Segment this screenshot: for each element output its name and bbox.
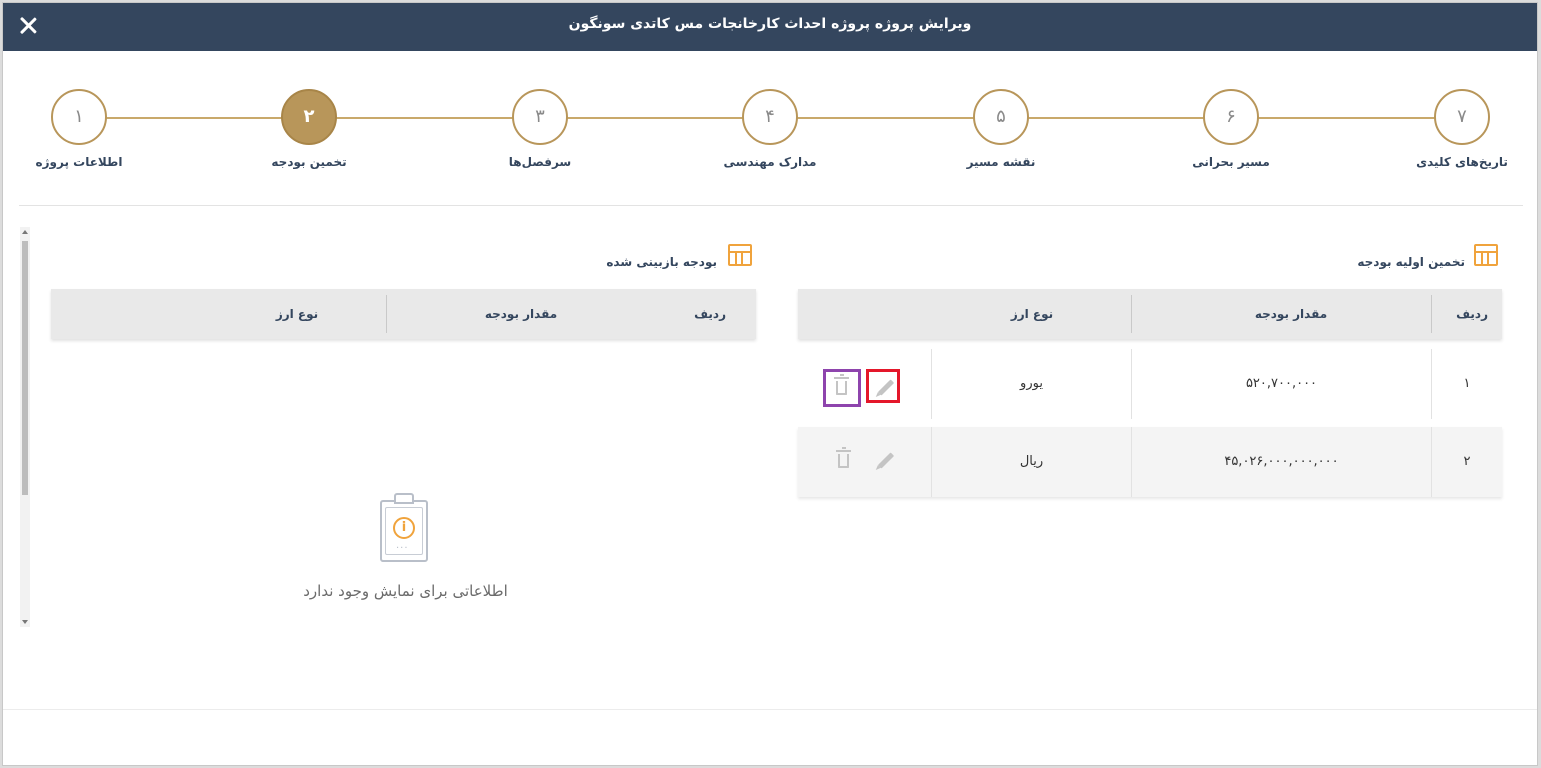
step-5-number: ۵ — [973, 89, 1029, 145]
step-4-label: مدارک مهندسی — [723, 155, 817, 169]
cell-separator — [1131, 427, 1132, 497]
table-icon — [728, 244, 752, 266]
step-1[interactable]: ۱ اطلاعات پروژه — [3, 89, 159, 169]
scroll-up-icon[interactable] — [22, 230, 28, 234]
step-7[interactable]: ۷ تاریخ‌های کلیدی — [1382, 89, 1537, 169]
revised-budget-table: ردیف مقدار بودجه نوع ارز — [51, 289, 756, 625]
edit-project-modal: ویرایش پروژه پروژه احداث کارخانجات مس کا… — [2, 2, 1538, 766]
col-row: ردیف — [1456, 307, 1488, 321]
initial-budget-title: تخمین اولیه بودجه — [1357, 255, 1465, 269]
column-separator — [386, 295, 387, 333]
edit-button[interactable] — [866, 369, 900, 403]
cell-row: ۱ — [1463, 376, 1471, 391]
cell-currency: یورو — [1020, 376, 1043, 391]
stepper-divider — [19, 205, 1523, 206]
col-row: ردیف — [694, 307, 726, 321]
content-scrollbar[interactable] — [20, 227, 30, 627]
table-row: ۲ ۴۵,۰۲۶,۰۰۰,۰۰۰,۰۰۰ ریال — [798, 427, 1502, 497]
col-currency: نوع ارز — [1010, 307, 1054, 321]
col-amount: مقدار بودجه — [1254, 307, 1328, 321]
scroll-down-icon[interactable] — [22, 620, 28, 624]
cell-separator — [931, 427, 932, 497]
step-6[interactable]: ۶ مسیر بحرانی — [1151, 89, 1311, 169]
pencil-icon — [877, 452, 895, 469]
empty-state-message: اطلاعاتی برای نمایش وجود ندارد — [303, 582, 508, 600]
cell-separator — [1131, 349, 1132, 419]
step-1-label: اطلاعات پروژه — [35, 155, 123, 169]
cell-row: ۲ — [1463, 454, 1471, 469]
table-header: ردیف مقدار بودجه نوع ارز — [51, 289, 756, 339]
cell-separator — [1431, 349, 1432, 419]
cell-separator — [1431, 427, 1432, 497]
wizard-stepper: ۱ اطلاعات پروژه ۲ تخمین بودجه ۳ سرفصل‌ها… — [3, 51, 1537, 206]
trash-icon — [834, 374, 849, 395]
modal-header: ویرایش پروژه پروژه احداث کارخانجات مس کا… — [3, 3, 1537, 51]
table-row: ۱ ۵۲۰,۷۰۰,۰۰۰ یورو — [798, 349, 1502, 419]
step-4-number: ۴ — [742, 89, 798, 145]
delete-button[interactable] — [823, 369, 861, 407]
step-4[interactable]: ۴ مدارک مهندسی — [690, 89, 850, 169]
footer-divider — [3, 709, 1537, 710]
cell-currency: ریال — [1019, 454, 1044, 469]
cell-amount: ۵۲۰,۷۰۰,۰۰۰ — [1245, 376, 1318, 391]
step-3-number: ۳ — [512, 89, 568, 145]
delete-button[interactable] — [828, 445, 862, 479]
col-currency: نوع ارز — [275, 307, 319, 321]
step-6-number: ۶ — [1203, 89, 1259, 145]
step-2-label: تخمین بودجه — [271, 155, 347, 169]
pencil-icon — [877, 379, 895, 396]
step-2[interactable]: ۲ تخمین بودجه — [229, 89, 389, 169]
step-3-label: سرفصل‌ها — [508, 155, 572, 169]
edit-button[interactable] — [869, 445, 903, 479]
trash-icon — [836, 447, 851, 468]
column-separator — [1431, 295, 1432, 333]
step-5[interactable]: ۵ نقشه مسیر — [921, 89, 1081, 169]
step-1-number: ۱ — [51, 89, 107, 145]
table-icon — [1474, 244, 1498, 266]
modal-title: ویرایش پروژه پروژه احداث کارخانجات مس کا… — [568, 16, 972, 32]
col-amount: مقدار بودجه — [484, 307, 558, 321]
revised-budget-title: بودجه بازبینی شده — [606, 255, 717, 269]
step-3[interactable]: ۳ سرفصل‌ها — [460, 89, 620, 169]
table-header: ردیف مقدار بودجه نوع ارز — [798, 289, 1502, 339]
column-separator — [1131, 295, 1132, 333]
step-2-number: ۲ — [281, 89, 337, 145]
step-7-label: تاریخ‌های کلیدی — [1416, 155, 1508, 169]
initial-budget-table: ردیف مقدار بودجه نوع ارز ۱ ۵۲۰,۷۰۰,۰۰۰ ی… — [798, 289, 1502, 625]
step-6-label: مسیر بحرانی — [1192, 155, 1270, 169]
cell-separator — [931, 349, 932, 419]
clipboard-info-icon: i ... — [379, 493, 429, 563]
step-7-number: ۷ — [1434, 89, 1490, 145]
cell-amount: ۴۵,۰۲۶,۰۰۰,۰۰۰,۰۰۰ — [1224, 454, 1339, 469]
scrollbar-thumb[interactable] — [22, 241, 28, 495]
step-5-label: نقشه مسیر — [966, 155, 1036, 169]
